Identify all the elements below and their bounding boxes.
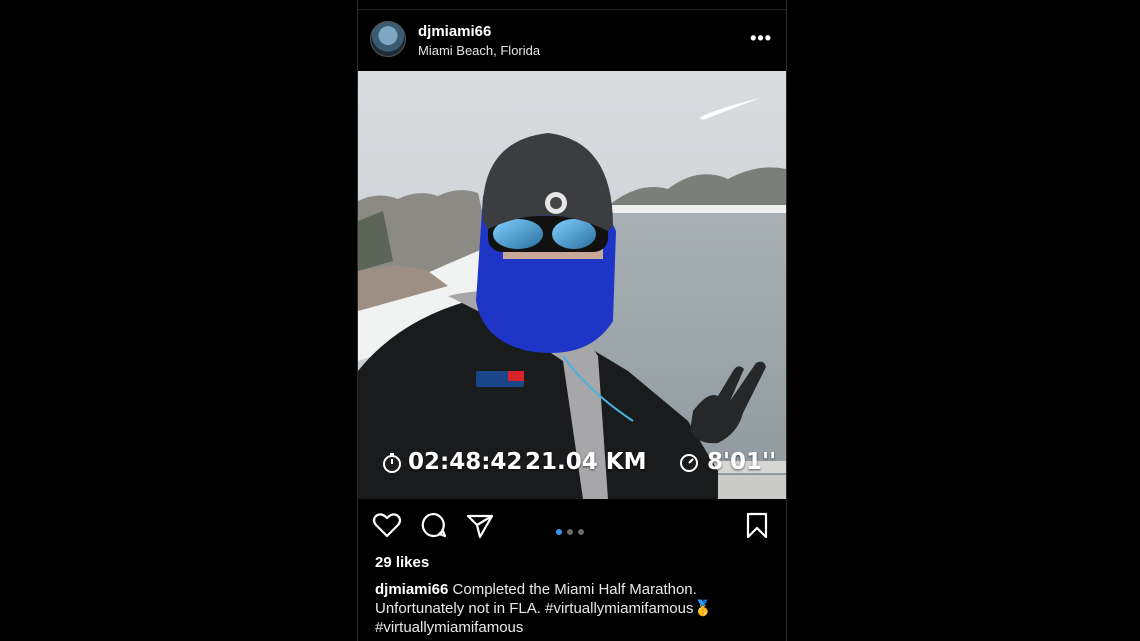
share-icon[interactable] xyxy=(465,510,495,540)
carousel-dot-active xyxy=(556,529,562,535)
likes-count[interactable]: 29 likes xyxy=(375,554,429,571)
elapsed-time: 02:48:42 xyxy=(408,449,523,475)
medal-emoji: 🥇 xyxy=(693,600,713,617)
post-actions xyxy=(358,510,786,542)
carousel-indicator xyxy=(556,522,589,535)
more-options-button[interactable]: ••• xyxy=(750,28,772,49)
hashtag-link[interactable]: #virtuallymiamifamous xyxy=(375,619,523,636)
carousel-dot xyxy=(567,529,573,535)
avatar[interactable] xyxy=(370,21,406,57)
heart-icon[interactable] xyxy=(372,510,402,540)
carousel-dot xyxy=(578,529,584,535)
pace: 8'01'' xyxy=(707,449,777,475)
pace-gauge-icon xyxy=(680,454,698,472)
bookmark-icon[interactable] xyxy=(742,510,772,540)
post-location[interactable]: Miami Beach, Florida xyxy=(418,43,540,58)
post-header: djmiami66 Miami Beach, Florida ••• xyxy=(358,18,786,66)
post-caption: djmiami66 Completed the Miami Half Marat… xyxy=(375,580,775,637)
post-username[interactable]: djmiami66 xyxy=(418,23,491,40)
photo-scene xyxy=(358,71,786,499)
distance: 21.04 KM xyxy=(525,449,647,475)
instagram-post-frame: djmiami66 Miami Beach, Florida ••• 02:48… xyxy=(357,0,787,641)
post-photo[interactable] xyxy=(358,71,786,499)
hashtag-link[interactable]: #virtuallymiamifamous xyxy=(545,600,693,617)
stopwatch-icon xyxy=(383,453,401,473)
caption-username[interactable]: djmiami66 xyxy=(375,581,448,598)
activity-stats-overlay: 02:48:42 21.04 KM 8'01'' xyxy=(358,447,786,483)
divider xyxy=(358,9,786,10)
comment-icon[interactable] xyxy=(419,510,449,540)
